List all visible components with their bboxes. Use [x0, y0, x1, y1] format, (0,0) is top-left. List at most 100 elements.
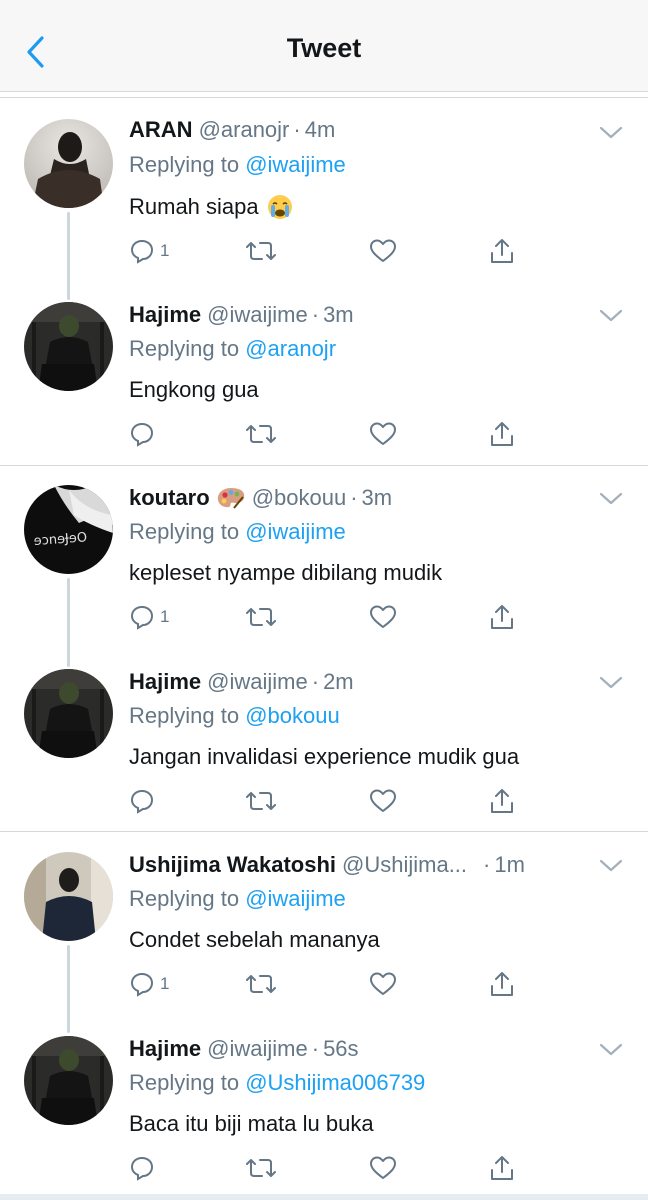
mention-link[interactable]: @iwaijime — [245, 152, 346, 177]
tweet-actions — [129, 1151, 529, 1185]
retweet-icon — [246, 608, 276, 626]
chevron-down-icon[interactable] — [598, 857, 624, 875]
timestamp: 56s — [323, 1036, 359, 1061]
thread-connector — [67, 212, 70, 300]
avatar-image: ɘɔnɘɈɘO — [24, 485, 113, 574]
user-handle[interactable]: @aranojr — [199, 117, 290, 143]
reply-button[interactable]: 1 — [129, 967, 169, 1001]
display-name[interactable]: Hajime — [129, 1036, 201, 1062]
tweet-text: kepleset nyampe dibilang mudik — [129, 560, 442, 586]
separator-dot: · — [483, 852, 491, 877]
share-button[interactable] — [489, 967, 515, 1001]
tweet-header: ARAN @aranojr · 4m — [129, 117, 588, 143]
like-button[interactable] — [369, 784, 397, 818]
tweet-text: Jangan invalidasi experience mudik gua — [129, 744, 519, 770]
mention-link[interactable]: @iwaijime — [245, 886, 346, 911]
replying-to: Replying to @aranojr — [129, 336, 336, 362]
chevron-down-icon[interactable] — [598, 124, 624, 142]
reply-button[interactable]: 1 — [129, 234, 169, 268]
replying-to: Replying to @iwaijime — [129, 519, 346, 545]
user-handle[interactable]: @iwaijime — [207, 669, 308, 695]
reply-button[interactable] — [129, 417, 160, 451]
display-name[interactable]: Hajime — [129, 302, 201, 328]
retweet-button[interactable] — [245, 1151, 277, 1185]
user-handle[interactable]: @iwaijime — [207, 302, 308, 328]
like-button[interactable] — [369, 600, 397, 634]
reply-count: 1 — [160, 241, 170, 260]
avatar[interactable]: ɘɔnɘɈɘO — [24, 485, 113, 574]
user-handle[interactable]: @iwaijime — [207, 1036, 308, 1062]
like-button[interactable] — [369, 234, 397, 268]
replying-to-label: Replying to — [129, 703, 240, 728]
mention-link[interactable]: @Ushijima006739 — [245, 1070, 425, 1095]
chevron-down-icon[interactable] — [598, 1041, 624, 1059]
display-name[interactable]: Ushijima Wakatoshi — [129, 852, 336, 878]
retweet-button[interactable] — [245, 234, 277, 268]
reply-icon — [130, 789, 154, 814]
nav-bar: Tweet — [0, 0, 648, 92]
like-button[interactable] — [369, 417, 397, 451]
reply-icon — [130, 239, 154, 264]
like-button[interactable] — [369, 967, 397, 1001]
timestamp: 3m — [323, 302, 354, 327]
reply-button[interactable]: 1 — [129, 600, 169, 634]
like-button[interactable] — [369, 1151, 397, 1185]
heart-icon — [370, 972, 396, 995]
thread-separator — [0, 465, 648, 466]
share-button[interactable] — [489, 784, 515, 818]
avatar[interactable] — [24, 852, 113, 941]
user-handle[interactable]: @Ushijima... — [342, 852, 467, 878]
tweet-actions: 1 — [129, 967, 529, 1001]
share-button[interactable] — [489, 1151, 515, 1185]
tweet-text-content: Baca itu biji mata lu buka — [129, 1111, 374, 1136]
retweet-icon — [246, 425, 276, 443]
share-icon — [491, 1156, 513, 1180]
chevron-down-icon[interactable] — [598, 674, 624, 692]
tweet-header: koutaro @bokouu · 3m — [129, 485, 588, 511]
retweet-button[interactable] — [245, 417, 277, 451]
reply-button[interactable] — [129, 784, 160, 818]
display-name[interactable]: koutaro — [129, 485, 210, 511]
retweet-icon — [246, 792, 276, 810]
avatar-image — [24, 669, 113, 758]
replying-to: Replying to @iwaijime — [129, 886, 346, 912]
artist-palette-emoji — [217, 488, 244, 509]
separator-dot: · — [293, 117, 301, 142]
mention-link[interactable]: @aranojr — [245, 336, 336, 361]
timestamp: 2m — [323, 669, 354, 694]
user-handle[interactable]: @bokouu — [252, 485, 347, 511]
avatar[interactable] — [24, 669, 113, 758]
display-name[interactable]: Hajime — [129, 669, 201, 695]
share-button[interactable] — [489, 600, 515, 634]
avatar-image — [24, 1036, 113, 1125]
retweet-button[interactable] — [245, 784, 277, 818]
avatar-image — [24, 302, 113, 391]
mention-link[interactable]: @iwaijime — [245, 519, 346, 544]
display-name[interactable]: ARAN — [129, 117, 193, 143]
tweet-header: Hajime @iwaijime · 56s — [129, 1036, 588, 1062]
tweet-text-content: Engkong gua — [129, 377, 259, 402]
chevron-down-icon[interactable] — [598, 307, 624, 325]
reply-count: 1 — [160, 974, 170, 993]
thread-connector — [67, 945, 70, 1033]
retweet-button[interactable] — [245, 967, 277, 1001]
avatar[interactable] — [24, 1036, 113, 1125]
share-button[interactable] — [489, 417, 515, 451]
avatar[interactable] — [24, 302, 113, 391]
tweet-text: Baca itu biji mata lu buka — [129, 1111, 374, 1137]
heart-icon — [370, 422, 396, 445]
crying-face-emoji — [267, 195, 292, 219]
avatar[interactable] — [24, 119, 113, 208]
chevron-down-icon[interactable] — [598, 490, 624, 508]
share-button[interactable] — [489, 234, 515, 268]
share-icon — [491, 789, 513, 813]
separator-dot: · — [311, 302, 320, 327]
retweet-button[interactable] — [245, 600, 277, 634]
tweet-header: Hajime @iwaijime · 2m — [129, 669, 588, 695]
separator-dot: · — [311, 1036, 320, 1061]
mention-link[interactable]: @bokouu — [245, 703, 340, 728]
tweet-text-content: Jangan invalidasi experience mudik gua — [129, 744, 520, 769]
timestamp: 3m — [361, 485, 393, 510]
reply-button[interactable] — [129, 1151, 160, 1185]
thread-separator — [0, 831, 648, 832]
